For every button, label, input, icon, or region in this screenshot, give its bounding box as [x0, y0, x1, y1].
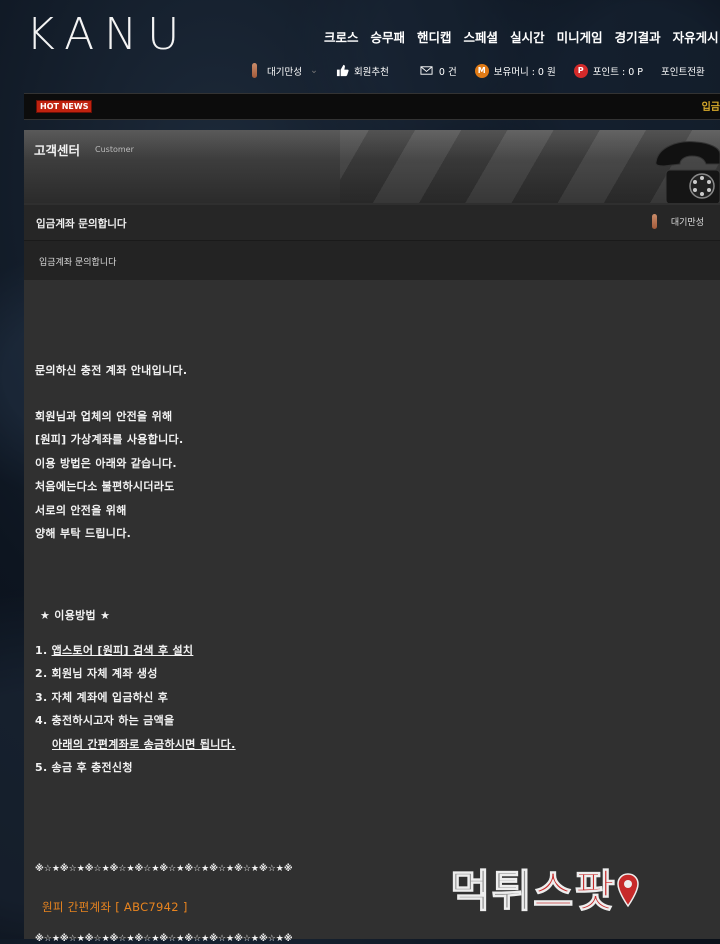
level-badge-icon: [651, 214, 657, 229]
hot-news-badge: HOT NEWS: [36, 100, 93, 113]
step-item: 1. 앱스토어 [원피] 검색 후 설치: [35, 642, 193, 658]
telephone-icon: [655, 141, 720, 203]
page-title: 고객센터: [34, 143, 81, 158]
customer-center-header: 고객센터 Customer: [24, 130, 720, 203]
answer-line: 회원님과 업체의 안전을 위해: [35, 410, 173, 423]
answer-line: [원피] 가상계좌를 사용합니다.: [35, 433, 184, 446]
watermark-logo: 먹튀스팟: [450, 855, 640, 919]
answer-intro: 문의하신 충전 계좌 안내입니다.: [35, 364, 188, 377]
divider-stars: ※☆★※☆★※☆★※☆★※☆★※☆★※☆★※☆★※☆★※☆★※: [35, 864, 293, 874]
message-count: 0 건: [438, 66, 457, 78]
answer-line: 서로의 안전을 위해: [35, 504, 127, 517]
chevron-down-icon[interactable]: ⌄: [310, 65, 318, 76]
step-item: 아래의 간편계좌로 송금하시면 됩니다.: [52, 738, 236, 751]
answer-line: 이용 방법은 아래와 같습니다.: [35, 457, 177, 470]
answer-line: 양해 부탁 드립니다.: [35, 527, 132, 540]
user-info[interactable]: 대기만성 ⌄: [252, 63, 318, 78]
level-badge-icon: [252, 63, 257, 78]
envelope-icon: [420, 66, 433, 75]
question-text: 입금계좌 문의합니다: [39, 258, 117, 268]
step-item: 3. 자체 계좌에 입금하신 후: [35, 691, 169, 704]
username: 대기만성: [267, 66, 302, 78]
watermark-part1: 먹튀: [450, 866, 533, 918]
thumbs-up-icon: [336, 64, 349, 77]
howto-heading: ★ 이용방법 ★: [40, 609, 111, 622]
customer-center-panel: 고객센터 Customer 입금계좌 문의합니다 대기만성 입금계좌 문의합니다…: [24, 130, 720, 944]
nav-handicap[interactable]: 핸디캡: [417, 27, 452, 46]
nav-win-draw-lose[interactable]: 승무패: [371, 27, 406, 46]
step-item: 5. 송금 후 충전신청: [35, 761, 133, 774]
nav-live[interactable]: 실시간: [510, 27, 545, 46]
divider-stars: ※☆★※☆★※☆★※☆★※☆★※☆★※☆★※☆★※☆★※☆★※: [35, 934, 293, 944]
post-title: 입금계좌 문의합니다: [36, 218, 127, 230]
points-icon: P: [573, 63, 588, 78]
site-logo[interactable]: KANU: [26, 9, 189, 60]
money-link[interactable]: M 보유머니 : 0 원: [474, 63, 556, 78]
recommend-link[interactable]: 회원추천: [336, 64, 389, 78]
nav-minigame[interactable]: 미니게임: [557, 27, 603, 46]
post-header: 입금계좌 문의합니다 대기만성: [24, 205, 720, 241]
answer-body: 문의하신 충전 계좌 안내입니다. 회원님과 업체의 안전을 위해 [원피] 가…: [24, 280, 720, 944]
account-info: 원피 간편계좌 [ ABC7942 ]: [42, 900, 188, 914]
nav-special[interactable]: 스페셜: [464, 27, 499, 46]
nav-cross[interactable]: 크로스: [324, 27, 359, 46]
point-convert-label: 포인트전환: [661, 66, 705, 78]
money-value: 보유머니 : 0 원: [493, 66, 556, 78]
answer-line: 처음에는다소 불편하시더라도: [35, 480, 175, 493]
points-link[interactable]: P 포인트 : 0 P: [573, 63, 643, 78]
nav-results[interactable]: 경기결과: [615, 27, 661, 46]
map-pin-icon: [617, 873, 639, 908]
points-value: 포인트 : 0 P: [592, 66, 643, 78]
question-body: 입금계좌 문의합니다: [24, 241, 720, 280]
step-install-link: 앱스토어 [원피] 검색 후 설치: [51, 644, 194, 657]
point-convert-link[interactable]: 포인트전환: [661, 64, 705, 78]
watermark-part2: 스팟: [532, 866, 616, 918]
hot-news-bar: HOT NEWS 입금: [24, 93, 720, 120]
recommend-label: 회원추천: [353, 66, 389, 78]
nav-free-board[interactable]: 자유게시: [673, 27, 719, 46]
author-name: 대기만성: [670, 218, 704, 228]
step-item: 4. 충전하시고자 하는 금액을: [35, 714, 175, 727]
messages-link[interactable]: 0 건: [419, 64, 457, 78]
post-author[interactable]: 대기만성: [651, 214, 704, 229]
money-icon: M: [474, 63, 489, 78]
step-item: 2. 회원님 자체 계좌 생성: [35, 667, 158, 680]
page-subtitle: Customer: [95, 145, 134, 154]
user-util-bar: 대기만성 ⌄ 회원추천 0 건 M 보유머니 : 0 원 P 포인트 : 0 P…: [252, 63, 720, 78]
main-nav: 크로스 승무패 핸디캡 스페셜 실시간 미니게임 경기결과 자유게시: [324, 27, 719, 46]
hot-news-ticker[interactable]: 입금: [702, 98, 720, 113]
step-number: 1.: [35, 644, 52, 657]
